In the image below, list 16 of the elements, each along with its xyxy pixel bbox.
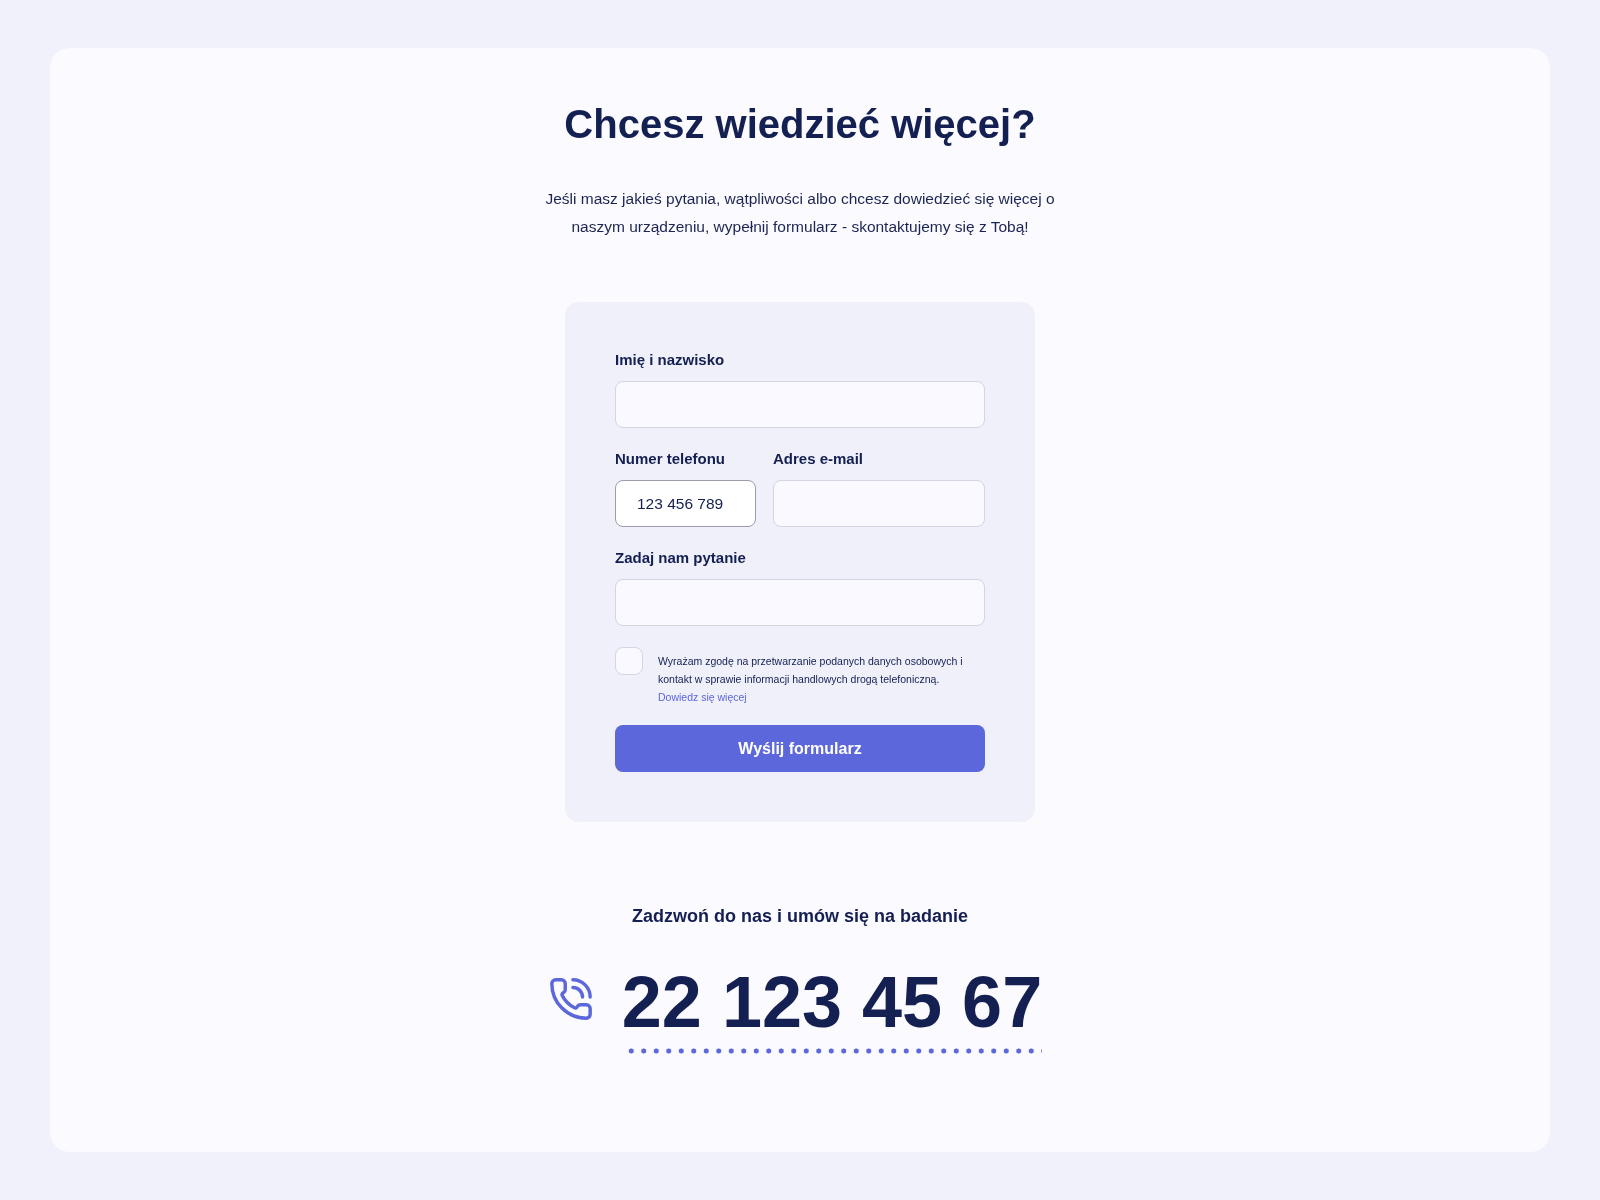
field-label: Numer telefonu bbox=[615, 449, 726, 469]
intro-text: Jeśli masz jakieś pytania, wątpliwości albo chcesz dowiedzieć się więcej o naszym urządzeniu, wypełnij formularz - skontaktujemy się z Tobą! bbox=[544, 189, 1056, 237]
field-label: Imię i nazwisko bbox=[615, 350, 726, 370]
field-label: Zadaj nam pytanie bbox=[615, 548, 747, 568]
input-field[interactable] bbox=[615, 381, 985, 428]
consent-checkbox[interactable] bbox=[615, 647, 643, 675]
input-field[interactable] bbox=[615, 579, 985, 626]
input-field[interactable] bbox=[773, 480, 985, 527]
field-label: Adres e-mail bbox=[773, 449, 865, 469]
submit-button[interactable]: Wyślij formularz bbox=[615, 725, 985, 772]
consent-text: Wyrażam zgodę na przetwarzanie podanych danych osobowych i kontakt w sprawie informacji handlowych drogą telefoniczną. Dowiedz się więcej bbox=[658, 652, 963, 706]
learn-more-link[interactable]: Dowiedz się więcej bbox=[658, 688, 747, 706]
phone-icon bbox=[547, 976, 594, 1022]
input-field[interactable]: 123 456 789 bbox=[615, 480, 756, 527]
page-title: Chcesz wiedzieć więcej? bbox=[564, 101, 1036, 148]
call-prompt: Zadzwoń do nas i umów się na badanie bbox=[631, 905, 969, 928]
